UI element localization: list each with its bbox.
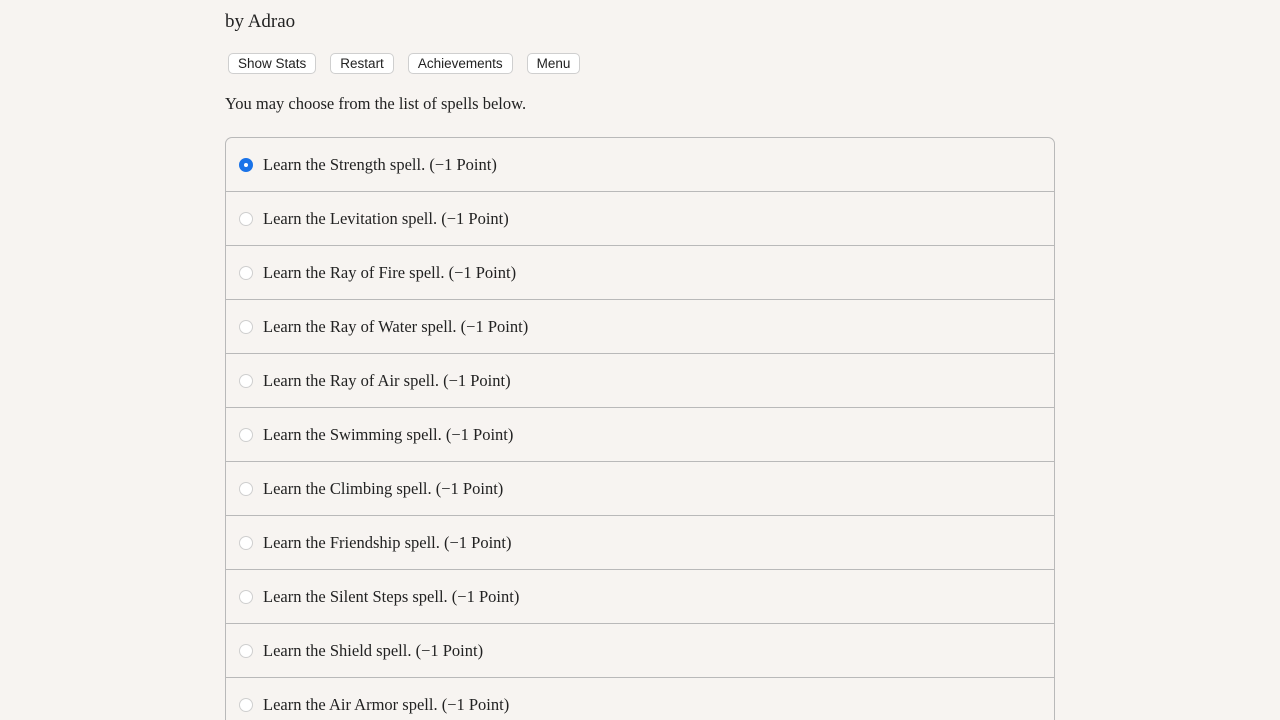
choice-row-friendship[interactable]: Learn the Friendship spell. (−1 Point) [226,516,1054,570]
choice-label: Learn the Shield spell. (−1 Point) [263,640,484,660]
choice-row-shield[interactable]: Learn the Shield spell. (−1 Point) [226,624,1054,678]
choice-label: Learn the Ray of Fire spell. (−1 Point) [263,262,517,282]
radio-button[interactable] [239,589,253,604]
radio-button[interactable] [239,157,253,172]
choice-label: Learn the Ray of Water spell. (−1 Point) [263,316,529,336]
choice-label: Learn the Friendship spell. (−1 Point) [263,532,512,552]
radio-button[interactable] [239,643,253,658]
choice-row-swimming[interactable]: Learn the Swimming spell. (−1 Point) [226,408,1054,462]
choice-row-ray-of-air[interactable]: Learn the Ray of Air spell. (−1 Point) [226,354,1054,408]
show-stats-button[interactable]: Show Stats [228,53,317,74]
choice-row-strength[interactable]: Learn the Strength spell. (−1 Point) [226,138,1054,192]
choice-row-ray-of-water[interactable]: Learn the Ray of Water spell. (−1 Point) [226,300,1054,354]
radio-button[interactable] [239,481,253,496]
toolbar: Show Stats Restart Achievements Menu [228,53,581,74]
achievements-button[interactable]: Achievements [407,53,513,74]
choice-row-ray-of-fire[interactable]: Learn the Ray of Fire spell. (−1 Point) [226,246,1054,300]
radio-button[interactable] [239,211,253,226]
choice-row-silent-steps[interactable]: Learn the Silent Steps spell. (−1 Point) [226,570,1054,624]
choice-label: Learn the Silent Steps spell. (−1 Point) [263,586,520,606]
radio-button[interactable] [239,535,253,550]
spell-choice-list: Learn the Strength spell. (−1 Point) Lea… [225,137,1055,720]
choice-label: Learn the Swimming spell. (−1 Point) [263,424,514,444]
choice-label: Learn the Levitation spell. (−1 Point) [263,208,509,228]
menu-button[interactable]: Menu [526,53,581,74]
radio-button[interactable] [239,373,253,388]
choice-row-air-armor[interactable]: Learn the Air Armor spell. (−1 Point) [226,678,1054,720]
choice-label: Learn the Climbing spell. (−1 Point) [263,478,504,498]
choice-row-climbing[interactable]: Learn the Climbing spell. (−1 Point) [226,462,1054,516]
author-byline: by Adrao [225,11,296,32]
restart-button[interactable]: Restart [330,53,394,74]
choice-prompt: You may choose from the list of spells b… [225,94,527,113]
choice-label: Learn the Strength spell. (−1 Point) [263,154,497,174]
radio-button[interactable] [239,697,253,712]
choice-label: Learn the Air Armor spell. (−1 Point) [263,694,510,714]
choice-row-levitation[interactable]: Learn the Levitation spell. (−1 Point) [226,192,1054,246]
radio-button[interactable] [239,265,253,280]
radio-button[interactable] [239,427,253,442]
radio-button[interactable] [239,319,253,334]
choice-label: Learn the Ray of Air spell. (−1 Point) [263,370,511,390]
